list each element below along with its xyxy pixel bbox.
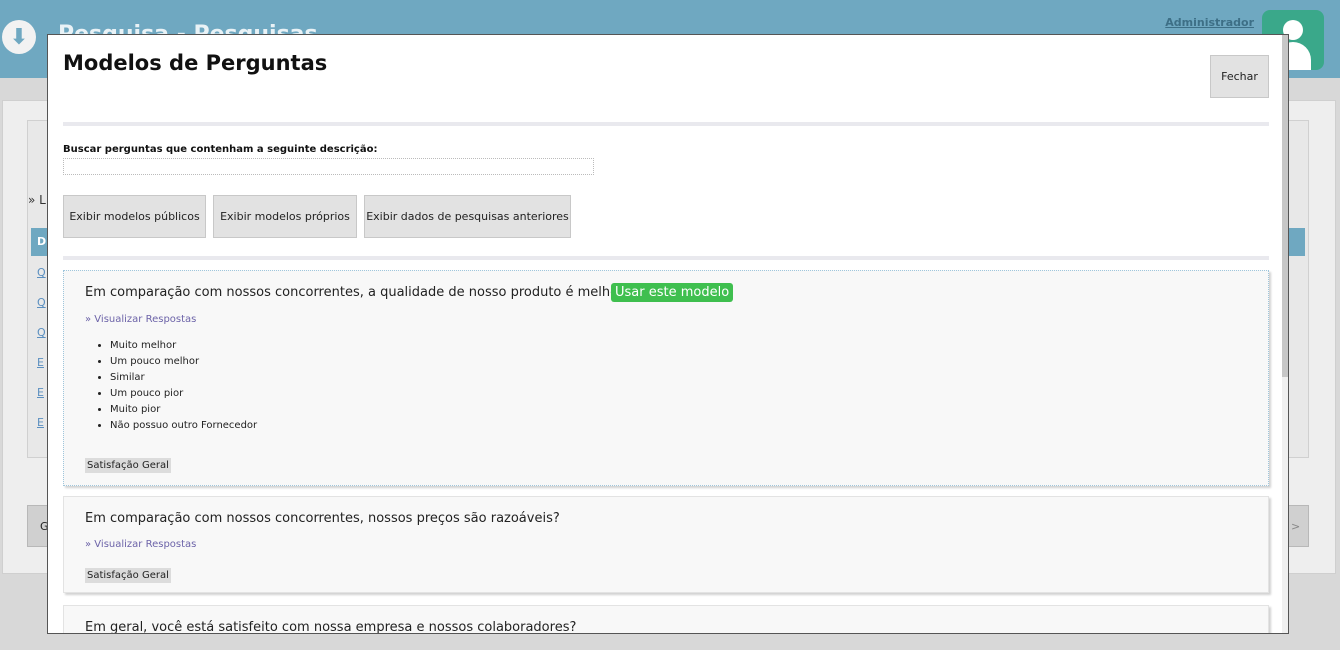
answer-item: Muito melhor xyxy=(110,338,257,354)
answer-item: Um pouco melhor xyxy=(110,354,257,370)
view-answers-link[interactable]: » Visualizar Respostas xyxy=(85,539,196,550)
background-link[interactable]: E xyxy=(37,356,44,369)
question-text: Em geral, você está satisfeito com nossa… xyxy=(85,620,577,634)
background-link[interactable]: Q xyxy=(37,326,46,339)
search-label: Buscar perguntas que contenham a seguint… xyxy=(63,144,378,155)
view-answers-link[interactable]: » Visualizar Respostas xyxy=(85,314,196,325)
search-input[interactable] xyxy=(63,158,594,175)
question-templates-modal: Modelos de Perguntas Fechar Buscar pergu… xyxy=(47,34,1289,634)
background-link[interactable]: E xyxy=(37,386,44,399)
admin-link[interactable]: Administrador xyxy=(1165,16,1254,29)
category-tag: Satisfação Geral xyxy=(85,458,171,473)
question-card[interactable]: Em comparação com nossos concorrentes, a… xyxy=(63,270,1269,486)
question-text: Em comparação com nossos concorrentes, a… xyxy=(85,285,631,300)
question-card[interactable]: Em comparação com nossos concorrentes, n… xyxy=(63,496,1269,593)
answer-item: Não possuo outro Fornecedor xyxy=(110,418,257,434)
scrollbar-thumb[interactable] xyxy=(1282,35,1288,377)
show-own-templates-button[interactable]: Exibir modelos próprios xyxy=(213,195,357,238)
question-text: Em comparação com nossos concorrentes, n… xyxy=(85,511,560,526)
background-link[interactable]: E xyxy=(37,416,44,429)
close-button[interactable]: Fechar xyxy=(1210,55,1269,98)
question-card[interactable]: Em geral, você está satisfeito com nossa… xyxy=(63,605,1269,634)
background-link[interactable]: Q xyxy=(37,266,46,279)
modal-title: Modelos de Perguntas xyxy=(63,51,328,75)
show-public-templates-button[interactable]: Exibir modelos públicos xyxy=(63,195,206,238)
show-previous-surveys-button[interactable]: Exibir dados de pesquisas anteriores xyxy=(364,195,571,238)
use-template-button[interactable]: Usar este modelo xyxy=(611,283,734,302)
divider xyxy=(63,122,1269,126)
answer-list: Muito melhor Um pouco melhor Similar Um … xyxy=(85,338,257,434)
answer-item: Um pouco pior xyxy=(110,386,257,402)
background-header-cell: D xyxy=(37,235,47,248)
answer-item: Similar xyxy=(110,370,257,386)
background-list-title: » Li xyxy=(28,193,50,207)
scrollbar-track[interactable] xyxy=(1282,35,1288,633)
download-icon[interactable]: ⬇ xyxy=(2,20,36,54)
background-link[interactable]: Q xyxy=(37,296,46,309)
answer-item: Muito pior xyxy=(110,402,257,418)
divider xyxy=(63,256,1269,260)
category-tag: Satisfação Geral xyxy=(85,568,171,583)
